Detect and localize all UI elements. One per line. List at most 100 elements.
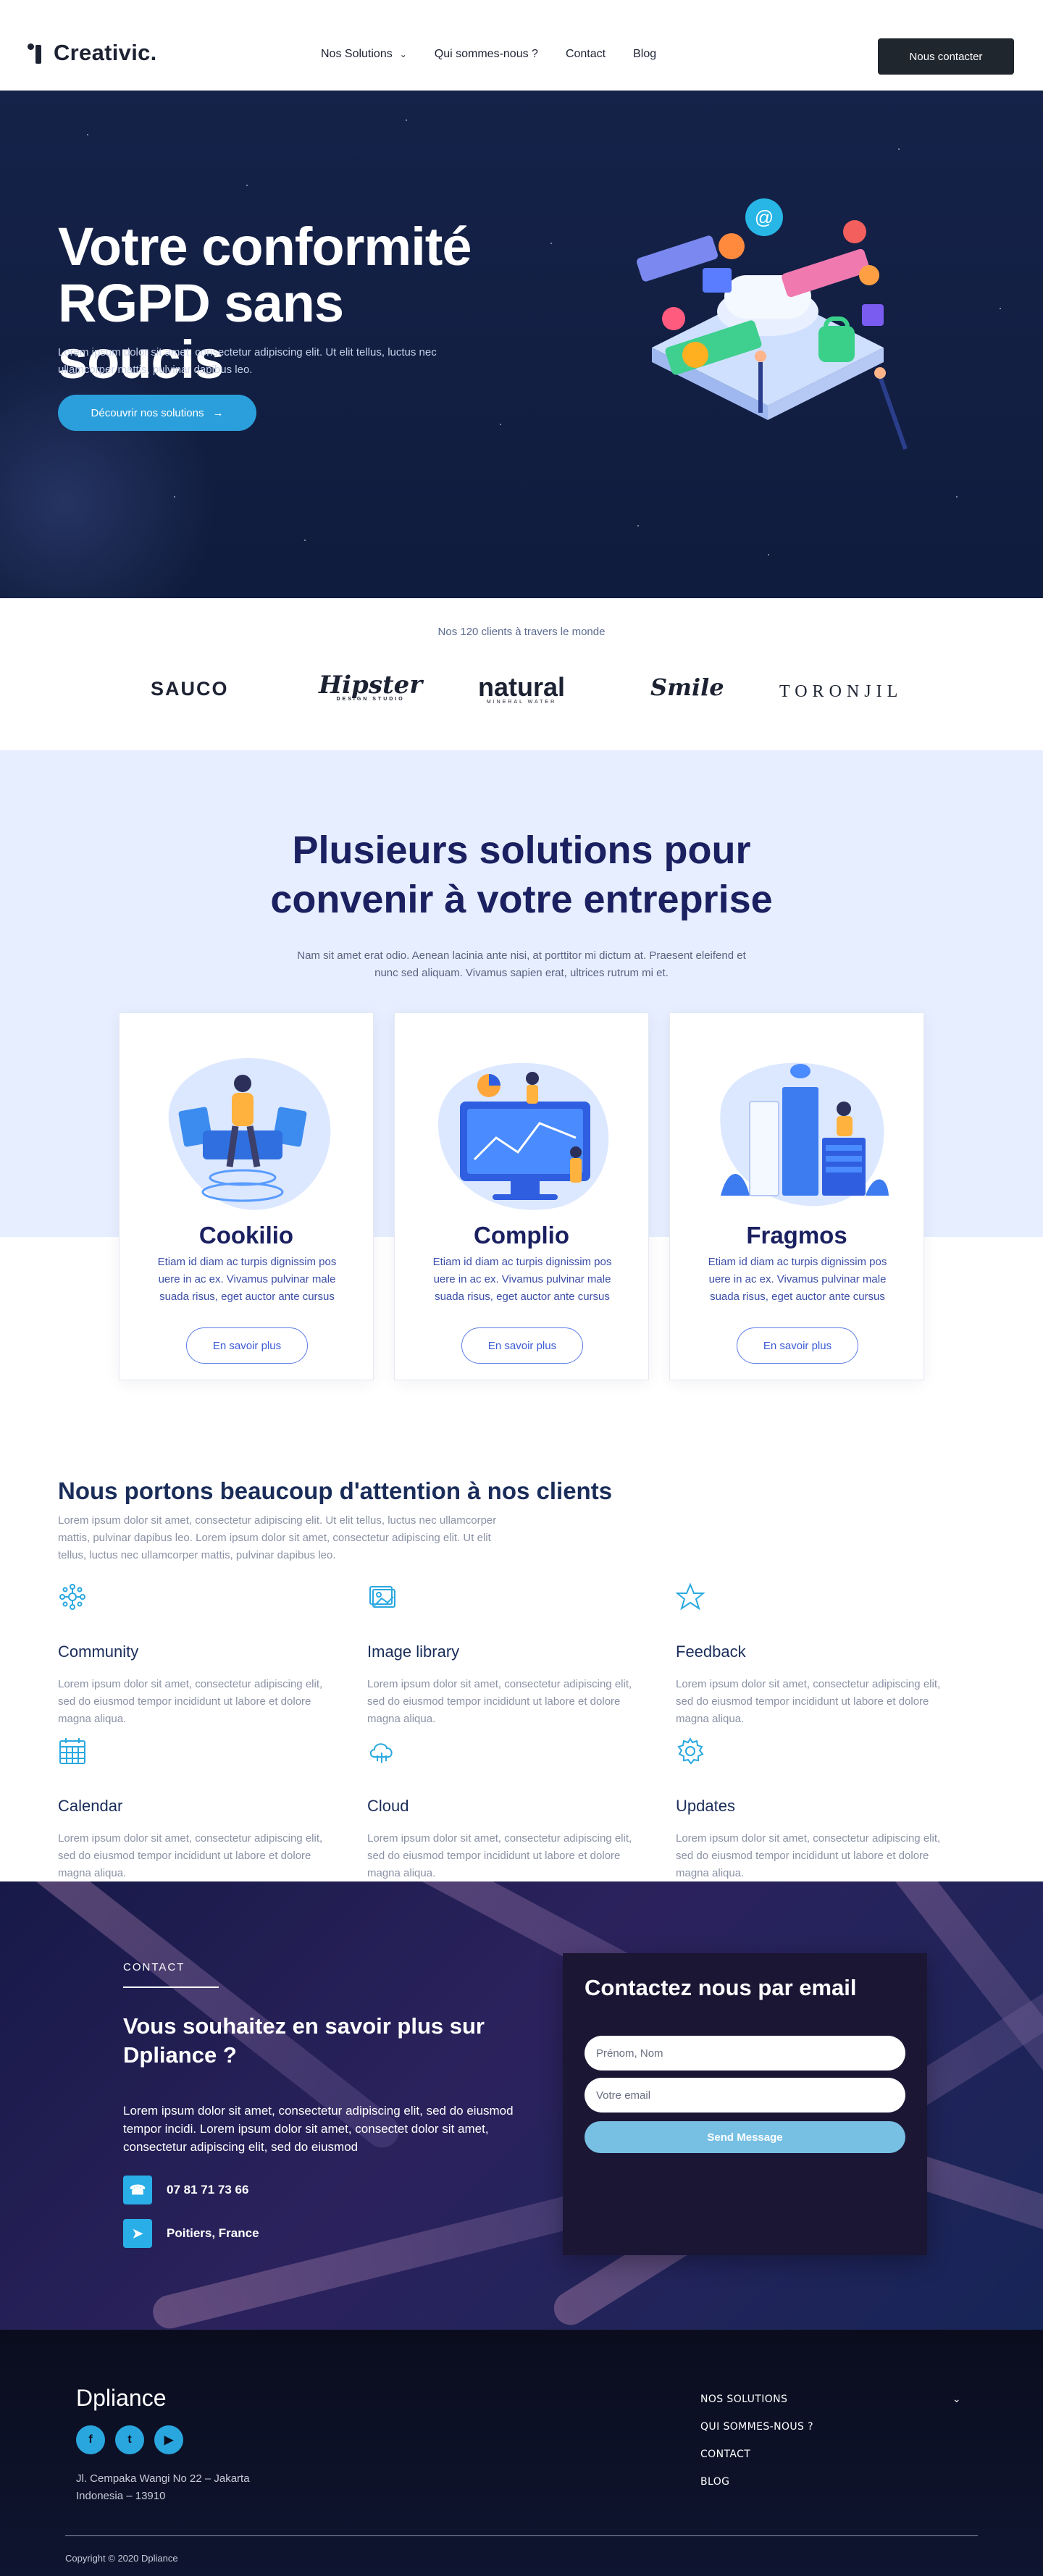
card-text: Etiam id diam ac turpis dignissim pos ue… [708, 1256, 887, 1303]
star-dot [406, 119, 407, 121]
solutions-subtitle: Nam sit amet erat odio. Aenean lacinia a… [297, 949, 746, 979]
solution-card-complio: Complio Etiam id diam ac turpis dignissi… [394, 1012, 649, 1380]
menu-item-label: Blog [633, 48, 657, 60]
youtube-icon[interactable]: ▶ [154, 2425, 183, 2454]
phone-number: 07 81 71 73 66 [167, 2183, 249, 2197]
feature-feedback: Feedback Lorem ipsum dolor sit amet, con… [675, 1582, 958, 1728]
send-message-button[interactable]: Send Message [585, 2121, 905, 2153]
menu-item-solutions[interactable]: Nos Solutions ⌄ [321, 48, 407, 61]
card-text: Etiam id diam ac turpis dignissim pos ue… [432, 1256, 612, 1303]
form-title: Contactez nous par email [585, 1975, 857, 2000]
star-dot [87, 134, 88, 135]
footer-link-about[interactable]: QUI SOMMES-NOUS ? [700, 2421, 961, 2433]
learn-more-button[interactable]: En savoir plus [461, 1327, 583, 1364]
svg-text:@: @ [755, 206, 774, 228]
client-logo-hipster: Hipster DESIGN STUDIO [319, 671, 422, 702]
feature-text: Lorem ipsum dolor sit amet, consectetur … [367, 1832, 632, 1879]
star-dot [637, 525, 639, 526]
client-logo-name: Hipster [319, 671, 423, 700]
client-logo-name: natural [478, 672, 566, 702]
social-links: f t ▶ [76, 2425, 183, 2454]
footer-address: Jl. Cempaka Wangi No 22 – Jakarta Indone… [76, 2472, 250, 2502]
learn-more-button[interactable]: En savoir plus [186, 1327, 308, 1364]
main-menu: Nos Solutions ⌄ Qui sommes-nous ? Contac… [321, 48, 656, 61]
footer-divider [65, 2535, 978, 2536]
star-dot [956, 496, 958, 498]
card-text: Etiam id diam ac turpis dignissim pos ue… [157, 1256, 337, 1303]
feature-image-library: Image library Lorem ipsum dolor sit amet… [367, 1582, 650, 1728]
footer-link-label: BLOG [700, 2476, 730, 2488]
contact-us-button[interactable]: Nous contacter [878, 38, 1014, 75]
menu-item-label: Qui sommes-nous ? [434, 48, 538, 60]
chevron-down-icon: ⌄ [399, 49, 407, 59]
feature-text: Lorem ipsum dolor sit amet, consectetur … [676, 1678, 941, 1725]
image-library-icon [369, 1586, 395, 1608]
footer-link-solutions[interactable]: NOS SOLUTIONS ⌄ [700, 2394, 961, 2405]
hero-isometric-illustration: @ [636, 198, 908, 450]
contact-title: Vous souhaitez en savoir plus sur Dplian… [123, 2013, 485, 2068]
footer-link-contact[interactable]: CONTACT [700, 2449, 961, 2460]
contact-phone[interactable]: ☎ 07 81 71 73 66 [123, 2176, 248, 2204]
contact-form-card: Contactez nous par email Send Message [563, 1953, 927, 2255]
chevron-down-icon: ⌄ [952, 2394, 961, 2405]
discover-solutions-button[interactable]: Découvrir nos solutions → [58, 395, 256, 431]
email-field[interactable] [585, 2078, 905, 2113]
menu-item-blog[interactable]: Blog [633, 48, 656, 61]
logo-text: Creativic. [54, 40, 157, 65]
star-dot [1000, 308, 1001, 309]
learn-more-button[interactable]: En savoir plus [737, 1327, 858, 1364]
feature-text: Lorem ipsum dolor sit amet, consectetur … [367, 1678, 632, 1725]
contact-text: Lorem ipsum dolor sit amet, consectetur … [123, 2104, 514, 2154]
contact-kicker: CONTACT [123, 1961, 185, 1973]
feature-text: Lorem ipsum dolor sit amet, consectetur … [58, 1678, 323, 1725]
client-logo-natural: natural MINERAL WATER [478, 672, 565, 705]
feature-name: Cloud [367, 1797, 409, 1815]
location-text: Poitiers, France [167, 2226, 259, 2240]
card-title: Fragmos [746, 1222, 847, 1249]
feature-name: Community [58, 1642, 139, 1661]
location-arrow-icon: ➤ [123, 2219, 152, 2248]
clients-title: Nos 120 clients à travers le monde [437, 626, 606, 638]
menu-item-contact[interactable]: Contact [566, 48, 606, 61]
solution-card-fragmos: Fragmos Etiam id diam ac turpis dignissi… [669, 1012, 924, 1380]
menu-item-about[interactable]: Qui sommes-nous ? [435, 48, 538, 61]
logo-mark-icon [28, 41, 48, 65]
feature-name: Feedback [676, 1642, 746, 1661]
hero-subtitle: Lorem ipsum dolor sit amet, consectetur … [58, 346, 437, 376]
features-title: Nous portons beaucoup d'attention à nos … [58, 1477, 613, 1504]
menu-item-label: Contact [565, 48, 606, 60]
hero-section: Votre conformité RGPD sans soucis Lorem … [0, 91, 1043, 598]
footer-link-blog[interactable]: BLOG [700, 2476, 961, 2488]
complio-illustration [438, 1062, 609, 1210]
star-dot [500, 424, 501, 425]
name-field[interactable] [585, 2036, 905, 2071]
cloud-icon [369, 1743, 393, 1763]
footer-menu: NOS SOLUTIONS ⌄ QUI SOMMES-NOUS ? CONTAC… [700, 2394, 961, 2504]
feature-text: Lorem ipsum dolor sit amet, consectetur … [58, 1832, 323, 1879]
card-title: Cookilio [198, 1222, 294, 1249]
community-icon [59, 1584, 85, 1610]
feature-name: Calendar [58, 1797, 123, 1815]
footer-brand: Dpliance [76, 2385, 167, 2411]
footer: Dpliance f t ▶ Jl. Cempaka Wangi No 22 –… [0, 2330, 1043, 2576]
star-dot [550, 243, 552, 244]
twitter-icon[interactable]: t [115, 2425, 144, 2454]
kicker-underline [123, 1986, 219, 1988]
feature-calendar: Calendar Lorem ipsum dolor sit amet, con… [58, 1737, 340, 1882]
arrow-right-icon: → [212, 406, 224, 419]
client-logo-smile: Smile [650, 674, 724, 701]
feature-cloud: Cloud Lorem ipsum dolor sit amet, consec… [367, 1737, 650, 1882]
calendar-icon [59, 1738, 85, 1764]
menu-item-label: Nos Solutions [321, 48, 393, 60]
client-logo-toronjil: TORONJIL [779, 682, 903, 701]
facebook-icon[interactable]: f [76, 2425, 105, 2454]
top-navigation: Creativic. Nos Solutions ⌄ Qui sommes-no… [0, 0, 1043, 91]
footer-link-label: QUI SOMMES-NOUS ? [700, 2421, 814, 2433]
features-subtitle: Lorem ipsum dolor sit amet, consectetur … [58, 1514, 497, 1561]
star-icon [675, 1582, 705, 1611]
logo[interactable]: Creativic. [28, 40, 157, 66]
card-title: Complio [474, 1222, 569, 1249]
feature-name: Image library [367, 1642, 460, 1661]
fragmos-illustration [720, 1062, 889, 1207]
feature-updates: Updates Lorem ipsum dolor sit amet, cons… [676, 1737, 958, 1882]
